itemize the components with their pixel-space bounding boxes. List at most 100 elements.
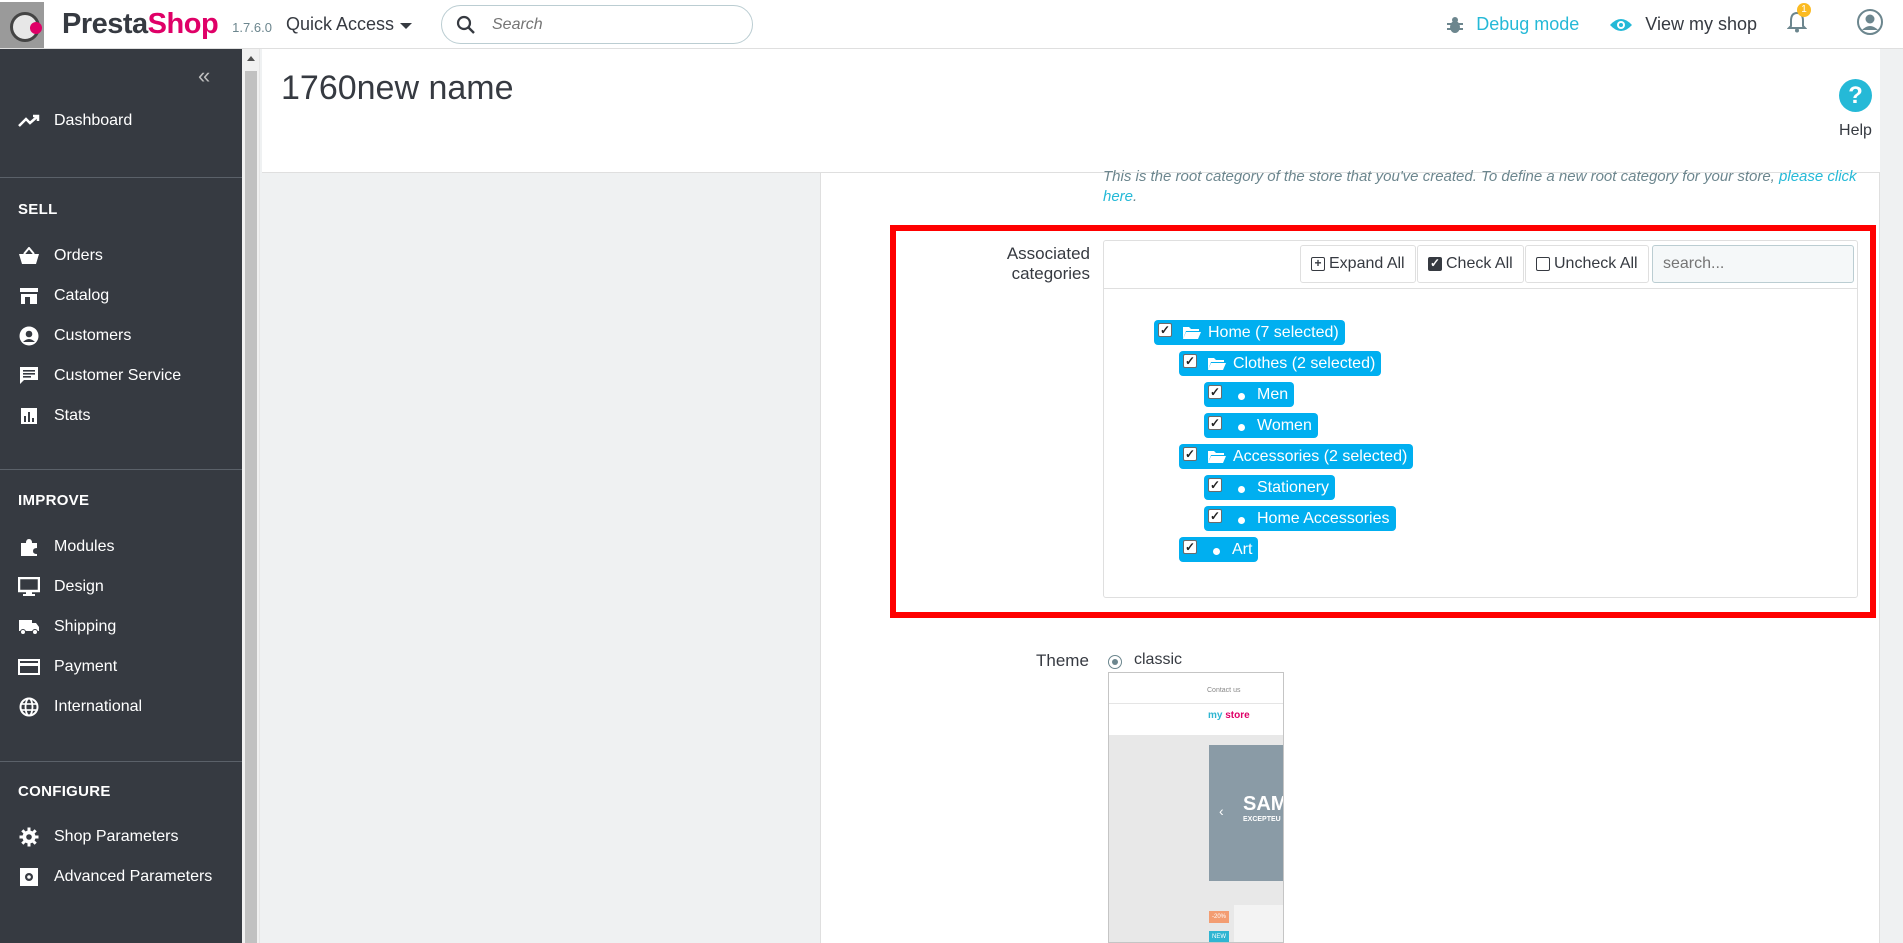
category-checkbox[interactable]: ✓: [1208, 415, 1222, 430]
category-checkbox[interactable]: ✓: [1158, 322, 1172, 337]
sidebar-item-label: Shop Parameters: [54, 828, 179, 845]
section-title-improve: IMPROVE: [18, 492, 90, 509]
tree-node-men[interactable]: ✓ Men: [1204, 382, 1295, 407]
sidebar-item-shop-parameters[interactable]: Shop Parameters: [18, 826, 179, 848]
check-all-button[interactable]: ✓ Check All: [1417, 245, 1524, 283]
sidebar-item-label: Modules: [54, 538, 115, 555]
preview-sale-tag: -20%: [1209, 911, 1229, 923]
category-tree-toolbar: + Expand All ✓ Check All Uncheck All: [1104, 241, 1857, 289]
folder-open-icon: [1208, 450, 1226, 463]
tree-node-home[interactable]: ✓ Home (7 selected): [1154, 320, 1345, 345]
logo-icon: [0, 1, 44, 48]
tree-node-clothes[interactable]: ✓ Clothes (2 selected): [1179, 351, 1382, 376]
tree-node-stationery[interactable]: ✓ Stationery: [1204, 475, 1336, 500]
sidebar-item-customers[interactable]: Customers: [18, 325, 131, 347]
preview-product-image: [1234, 905, 1283, 942]
sidebar-item-international[interactable]: International: [18, 696, 142, 718]
truck-icon: [18, 616, 40, 638]
prestashop-logo[interactable]: PrestaShop 1.7.6.0: [0, 0, 272, 49]
theme-preview-image[interactable]: Contact us my store ‹ SAM EXCEPTEU -20% …: [1108, 672, 1284, 943]
category-search-input[interactable]: [1652, 245, 1854, 283]
collapse-sidebar-icon[interactable]: «: [198, 63, 210, 89]
user-avatar-icon: [1857, 9, 1883, 35]
check-square-icon: ✓: [1428, 256, 1442, 271]
scroll-up-arrow-icon[interactable]: [247, 56, 255, 61]
uncheck-all-button[interactable]: Uncheck All: [1525, 245, 1649, 283]
preview-slide-title: SAM: [1243, 793, 1284, 815]
preview-new-tag: NEW: [1209, 931, 1229, 942]
logo-text: PrestaShop: [62, 8, 219, 40]
quick-access-dropdown[interactable]: Quick Access: [286, 14, 413, 35]
page-header: 1760new name ? Help: [262, 49, 1880, 173]
sidebar-item-dashboard[interactable]: Dashboard: [18, 110, 132, 132]
sidebar-item-modules[interactable]: Modules: [18, 536, 114, 558]
scrollbar-thumb[interactable]: [245, 71, 257, 943]
debug-mode-label: Debug mode: [1476, 14, 1580, 34]
version-label: 1.7.6.0: [232, 20, 272, 35]
expand-all-button[interactable]: + Expand All: [1300, 245, 1416, 283]
sidebar-item-payment[interactable]: Payment: [18, 656, 117, 678]
sidebar-item-label: Catalog: [54, 287, 110, 304]
settings-applications-icon: [18, 866, 40, 888]
sidebar-item-label: Orders: [54, 247, 103, 264]
folder-open-icon: [1183, 326, 1201, 339]
view-shop-label: View my shop: [1645, 14, 1757, 34]
credit-card-icon: [18, 656, 40, 678]
sidebar-item-label: International: [54, 698, 143, 715]
category-checkbox[interactable]: ✓: [1183, 446, 1197, 461]
sidebar-divider: [0, 177, 242, 178]
category-checkbox[interactable]: ✓: [1208, 508, 1222, 523]
header-search[interactable]: [441, 5, 753, 44]
sidebar-item-orders[interactable]: Orders: [18, 245, 103, 267]
bullet-icon: [1238, 392, 1245, 400]
search-icon: [456, 15, 475, 34]
notifications-button[interactable]: 1: [1786, 3, 1811, 38]
chevron-left-icon: ‹: [1219, 803, 1224, 819]
bullet-icon: [1238, 485, 1245, 493]
root-category-note: This is the root category of the store t…: [1103, 168, 1857, 205]
gear-icon: [18, 826, 40, 848]
bullet-icon: [1238, 516, 1245, 524]
top-header: PrestaShop 1.7.6.0 Quick Access Debug mo…: [0, 0, 1903, 49]
sidebar-item-label: Dashboard: [54, 112, 133, 129]
tree-node-accessories[interactable]: ✓ Accessories (2 selected): [1179, 444, 1414, 469]
tree-node-women[interactable]: ✓ Women: [1204, 413, 1318, 438]
category-checkbox[interactable]: ✓: [1208, 384, 1222, 399]
sidebar-item-label: Advanced Parameters: [54, 868, 213, 885]
bullet-icon: [1238, 423, 1245, 431]
sidebar-item-design[interactable]: Design: [18, 576, 104, 598]
page-scrollbar[interactable]: [242, 49, 260, 943]
chat-icon: [18, 365, 40, 387]
trending-up-icon: [18, 110, 40, 132]
category-tree: + Expand All ✓ Check All Uncheck All ✓ H…: [1103, 240, 1858, 598]
help-button[interactable]: ? Help: [1839, 79, 1872, 140]
folder-open-icon: [1208, 357, 1226, 370]
bullet-icon: [1213, 547, 1220, 555]
plus-square-icon: +: [1311, 257, 1325, 271]
category-checkbox[interactable]: ✓: [1208, 477, 1222, 492]
account-button[interactable]: [1857, 9, 1883, 40]
theme-radio-classic[interactable]: [1108, 655, 1122, 669]
sidebar-item-shipping[interactable]: Shipping: [18, 616, 116, 638]
account-circle-icon: [18, 325, 40, 347]
header-search-input[interactable]: [492, 15, 722, 34]
sidebar: « Dashboard SELL Orders Catalog Customer…: [0, 49, 242, 943]
preview-contact-text: Contact us: [1207, 687, 1241, 694]
sidebar-item-label: Design: [54, 578, 104, 595]
sidebar-item-advanced-parameters[interactable]: Advanced Parameters: [18, 866, 212, 888]
debug-mode-link[interactable]: Debug mode: [1446, 14, 1579, 35]
sidebar-divider: [0, 469, 242, 470]
view-shop-link[interactable]: View my shop: [1609, 14, 1757, 35]
preview-brand: my store: [1208, 710, 1250, 721]
help-icon: ?: [1839, 79, 1872, 112]
sidebar-item-stats[interactable]: Stats: [18, 405, 90, 427]
sidebar-item-catalog[interactable]: Catalog: [18, 285, 109, 307]
tree-node-home-accessories[interactable]: ✓ Home Accessories: [1204, 506, 1396, 531]
theme-label: Theme: [1036, 651, 1089, 670]
sidebar-item-customer-service[interactable]: Customer Service: [18, 365, 181, 387]
tree-node-art[interactable]: ✓ Art: [1179, 537, 1259, 562]
basket-icon: [18, 245, 40, 267]
store-icon: [18, 285, 40, 307]
category-checkbox[interactable]: ✓: [1183, 353, 1197, 368]
category-checkbox[interactable]: ✓: [1183, 539, 1197, 554]
